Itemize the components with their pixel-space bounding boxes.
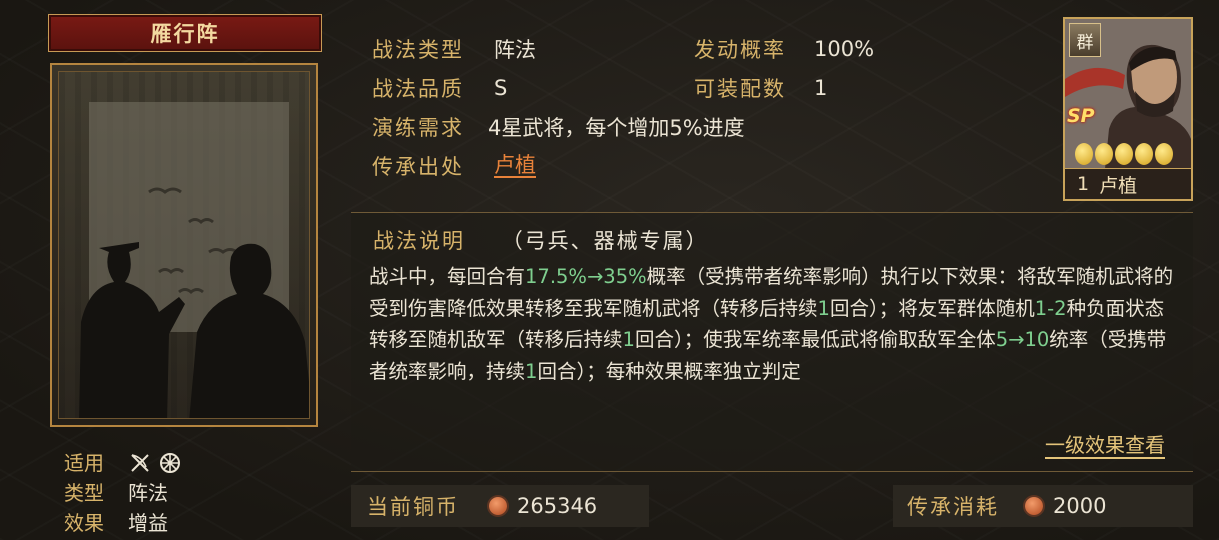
- silhouette-illustration: [59, 72, 309, 418]
- training-row: 演练需求 4星武将，每个增加5%进度: [372, 111, 745, 143]
- description-segment: 回合）；将友军群体随机: [829, 296, 1035, 320]
- highlight-value: 1: [817, 296, 830, 320]
- faction-badge: 群: [1069, 23, 1101, 57]
- tactic-meta: 适用 类型 阵法 效果 增益: [64, 448, 182, 538]
- description-heading: 战法说明: [373, 229, 465, 253]
- copper-coin-icon: [489, 497, 507, 515]
- copper-coin-icon: [1025, 497, 1043, 515]
- general-level: 1: [1077, 173, 1090, 195]
- star-rating: [1075, 143, 1173, 165]
- source-row: 传承出处 卢植: [372, 150, 536, 182]
- applies-label: 适用: [64, 451, 104, 475]
- tactic-title: 雁行阵: [48, 14, 322, 52]
- siege-wheel-icon: [160, 453, 180, 473]
- slots-label: 可装配数: [694, 77, 786, 101]
- current-coins-bar: 当前铜币 265346: [351, 485, 649, 527]
- applies-row: 适用: [64, 448, 182, 478]
- tactic-name: 雁行阵: [150, 22, 220, 46]
- general-name: 卢植: [1099, 174, 1138, 197]
- chance-row: 发动概率 100%: [694, 33, 874, 65]
- source-general-link[interactable]: 卢植: [494, 154, 536, 178]
- slots-value: 1: [814, 76, 828, 100]
- quality-row: 战法品质 S: [372, 72, 507, 104]
- description-segment: 战斗中，每回合有: [369, 265, 526, 288]
- cost-value: 2000: [1053, 494, 1107, 518]
- artwork-scene: [58, 71, 310, 419]
- training-label: 演练需求: [372, 116, 464, 140]
- tactic-artwork: [50, 63, 318, 427]
- troop-restriction: （弓兵、器械专属）: [501, 229, 709, 253]
- star-icon: [1075, 143, 1093, 165]
- star-icon: [1095, 143, 1113, 165]
- unit-icons: [128, 451, 182, 475]
- type-label: 战法类型: [372, 38, 464, 62]
- coins-value: 265346: [517, 494, 598, 518]
- highlight-value: 1: [525, 359, 538, 383]
- general-card[interactable]: 群 SP 1 卢植: [1063, 17, 1193, 201]
- sp-badge: SP: [1067, 105, 1095, 127]
- effect-row: 效果 增益: [64, 508, 182, 538]
- level-one-effect-link[interactable]: 一级效果查看: [1045, 433, 1165, 459]
- type-row: 战法类型 阵法: [372, 33, 536, 65]
- cost-label: 传承消耗: [907, 495, 999, 519]
- inherit-cost-bar: 传承消耗 2000: [893, 485, 1193, 527]
- chance-value: 100%: [814, 37, 875, 61]
- category-row: 类型 阵法: [64, 478, 182, 508]
- card-nameplate: 1 卢植: [1065, 168, 1191, 199]
- description-text: 战斗中，每回合有17.5%→35%概率（受携带者统率影响）执行以下效果：将敌军随…: [369, 261, 1179, 387]
- description-panel: 战法说明 （弓兵、器械专属） 战斗中，每回合有17.5%→35%概率（受携带者统…: [351, 212, 1193, 472]
- bow-crossed-icon: [131, 454, 149, 472]
- star-icon: [1115, 143, 1133, 165]
- effect-value: 增益: [128, 511, 168, 535]
- source-label: 传承出处: [372, 155, 464, 179]
- quality-label: 战法品质: [372, 77, 464, 101]
- effect-label: 效果: [64, 511, 104, 535]
- highlight-value: 17.5%→35%: [525, 265, 647, 288]
- slots-row: 可装配数 1: [694, 72, 827, 104]
- highlight-value: 1-2: [1034, 296, 1067, 320]
- star-icon: [1155, 143, 1173, 165]
- quality-value: S: [494, 76, 508, 100]
- description-header: 战法说明 （弓兵、器械专属）: [373, 225, 709, 255]
- description-segment: 回合）；使我军统率最低武将偷取敌军全体: [634, 328, 996, 351]
- star-icon: [1135, 143, 1153, 165]
- category-label: 类型: [64, 481, 104, 505]
- category-value: 阵法: [128, 481, 168, 505]
- chance-label: 发动概率: [694, 38, 786, 62]
- type-value: 阵法: [494, 38, 536, 62]
- description-segment: 回合）；每种效果概率独立判定: [537, 359, 801, 383]
- training-value: 4星武将，每个增加5%进度: [488, 116, 745, 140]
- coins-label: 当前铜币: [367, 495, 459, 519]
- highlight-value: 1: [622, 328, 635, 351]
- highlight-value: 5→10: [995, 328, 1050, 351]
